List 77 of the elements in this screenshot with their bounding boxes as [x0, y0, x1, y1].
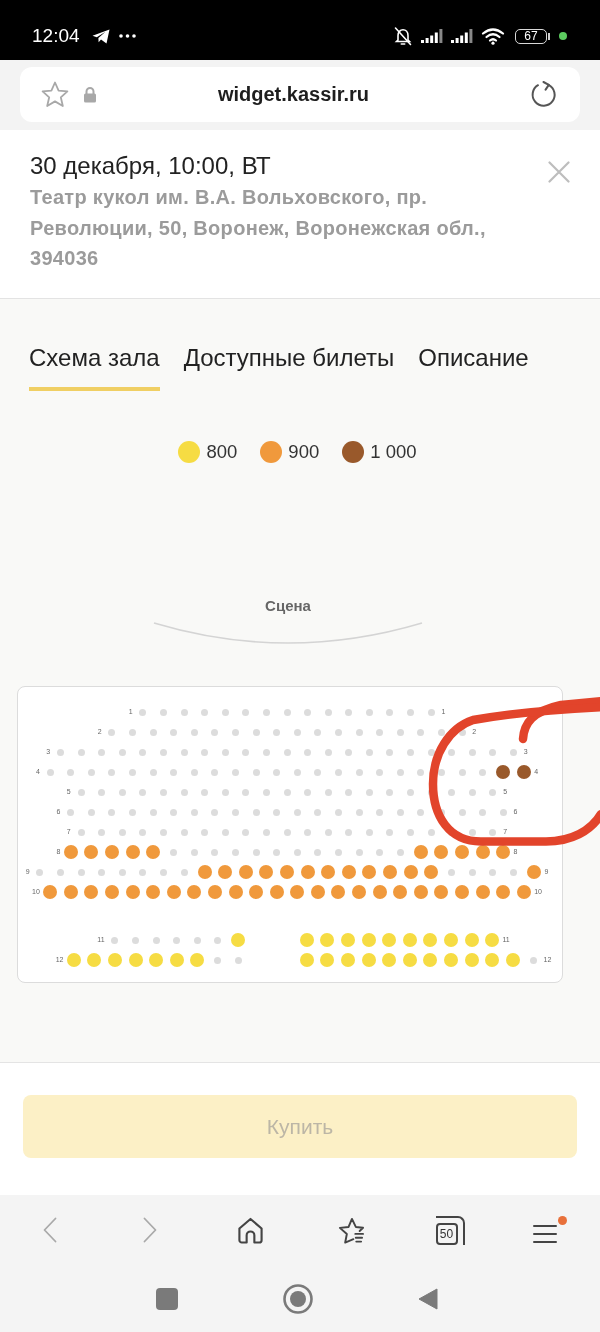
signal-icon: [421, 29, 443, 43]
seat-icon[interactable]: [310, 885, 325, 899]
seat-icon[interactable]: [125, 845, 140, 859]
close-button[interactable]: [548, 161, 570, 183]
venue-address: Театр кукол им. В.А. Вольховского, пр. Революции, 50, Воронеж, Воронежская обл., 394036: [30, 185, 487, 271]
seat-icon[interactable]: [300, 865, 315, 879]
seat-icon[interactable]: [104, 845, 119, 859]
seat-icon[interactable]: [527, 865, 542, 879]
seat-icon[interactable]: [146, 885, 161, 899]
seat-icon[interactable]: [146, 845, 161, 859]
square-icon[interactable]: [155, 1287, 178, 1310]
star-icon[interactable]: [41, 81, 69, 108]
seat-icon[interactable]: [331, 885, 346, 899]
clock-time: 12:04: [32, 25, 80, 47]
seat-icon[interactable]: [187, 885, 202, 899]
paper-plane-icon: [91, 28, 110, 44]
price-label: 800: [206, 441, 238, 463]
seat-icon[interactable]: [413, 885, 428, 899]
seat-icon[interactable]: [393, 885, 408, 899]
seat-icon[interactable]: [63, 885, 78, 899]
seat-icon[interactable]: [362, 865, 377, 879]
seat-icon[interactable]: [290, 885, 305, 899]
event-title: 30 декабря, 10:00, ВТ: [30, 152, 272, 180]
seat-icon[interactable]: [516, 765, 531, 779]
address-bar[interactable]: widget.kassir.ru: [20, 67, 580, 122]
battery-indicator: 67: [515, 28, 550, 44]
seat-icon[interactable]: [43, 885, 58, 899]
seat-icon[interactable]: [238, 865, 253, 879]
stage-label: Сцена: [265, 597, 311, 615]
seat-icon[interactable]: [104, 885, 119, 899]
seat-icon[interactable]: [166, 885, 181, 899]
status-dot-icon: [559, 32, 567, 40]
seat-icon[interactable]: [516, 885, 531, 899]
seat-icon[interactable]: [197, 865, 212, 879]
seat-icon[interactable]: [455, 885, 470, 899]
seat-icon[interactable]: [259, 865, 274, 879]
seat-icon[interactable]: [269, 885, 284, 899]
seat-icon[interactable]: [280, 865, 294, 879]
close-icon: [548, 161, 570, 183]
seat-icon[interactable]: [424, 865, 439, 879]
seat-icon[interactable]: [434, 845, 449, 859]
more-dots-icon: [118, 34, 136, 38]
seat-icon[interactable]: [413, 845, 428, 859]
seat-icon[interactable]: [403, 865, 418, 879]
wifi-icon: [481, 27, 505, 45]
tab[interactable]: Описание: [418, 340, 529, 391]
url-text[interactable]: widget.kassir.ru: [97, 83, 530, 106]
triangle-icon[interactable]: [417, 1287, 438, 1310]
menu-icon[interactable]: [533, 1224, 557, 1244]
seat-icon[interactable]: [496, 885, 511, 899]
seat-icon[interactable]: [125, 885, 140, 899]
seat-icon[interactable]: [84, 885, 99, 899]
seat-icon[interactable]: [434, 885, 449, 899]
tab[interactable]: Схема зала: [29, 340, 160, 391]
seat-icon[interactable]: [341, 865, 356, 879]
seat-icon[interactable]: [496, 765, 511, 779]
seat-icon[interactable]: [228, 885, 243, 899]
seat-icon[interactable]: [352, 885, 367, 899]
bell-off-icon: [393, 26, 413, 46]
lock-icon: [83, 86, 97, 103]
price-label: 1 000: [370, 441, 417, 463]
seat-icon[interactable]: [382, 865, 397, 879]
seat-icon[interactable]: [207, 885, 222, 899]
seat-icon[interactable]: [455, 845, 470, 859]
signal-icon: [451, 29, 473, 43]
seat-icon[interactable]: [372, 885, 387, 899]
seat-icon[interactable]: [321, 865, 336, 879]
tab[interactable]: Доступные билеты: [183, 340, 395, 391]
seat-icon[interactable]: [249, 885, 264, 899]
seat-icon[interactable]: [475, 885, 490, 899]
seat-icon[interactable]: [84, 845, 99, 859]
seat-icon[interactable]: [63, 845, 78, 859]
price-label: 900: [288, 441, 320, 463]
reload-icon[interactable]: [530, 80, 558, 109]
home-icon[interactable]: [236, 1216, 264, 1244]
circle-icon[interactable]: [282, 1283, 313, 1314]
seat-icon[interactable]: [218, 865, 233, 879]
